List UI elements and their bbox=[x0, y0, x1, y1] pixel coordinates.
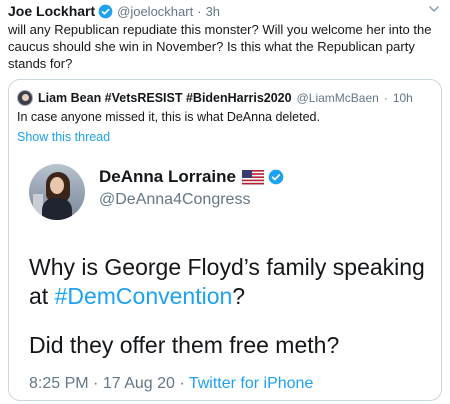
quoted-tweet-header: Liam Bean #VetsRESIST #BidenHarris2020 @… bbox=[17, 89, 435, 107]
quoted-tweet-time[interactable]: 10h bbox=[393, 91, 413, 105]
quoted-author-name[interactable]: Liam Bean #VetsRESIST #BidenHarris2020 bbox=[38, 91, 292, 105]
embedded-time: 8:25 PM bbox=[29, 375, 89, 392]
avatar[interactable] bbox=[17, 90, 33, 106]
author-handle[interactable]: @joelockhart bbox=[117, 4, 193, 19]
tweet[interactable]: Joe Lockhart @joelockhart · 3h will any … bbox=[0, 0, 450, 404]
author-name[interactable]: Joe Lockhart bbox=[8, 3, 95, 19]
hashtag-link: #DemConvention bbox=[54, 283, 233, 309]
verified-badge-icon bbox=[268, 169, 284, 185]
embedded-name-row: DeAnna Lorraine bbox=[99, 167, 284, 187]
avatar bbox=[29, 164, 85, 220]
embedded-author-name: DeAnna Lorraine bbox=[99, 167, 236, 186]
embedded-tweet-text: Why is George Floyd’s family speaking at… bbox=[29, 253, 434, 311]
separator-dot: · bbox=[179, 375, 185, 392]
embedded-author-handle: @DeAnna4Congress bbox=[99, 191, 251, 208]
tweet-text: will any Republican repudiate this monst… bbox=[8, 22, 432, 71]
quoted-tweet[interactable]: Liam Bean #VetsRESIST #BidenHarris2020 @… bbox=[8, 79, 442, 401]
separator-dot: · bbox=[383, 91, 388, 105]
tweet-time[interactable]: 3h bbox=[206, 4, 220, 19]
embedded-text-part: ? bbox=[232, 283, 246, 309]
quoted-author-handle[interactable]: @LiamMcBaen bbox=[297, 91, 379, 105]
embedded-tweet-text-2: Did they offer them free meth? bbox=[29, 332, 340, 358]
separator-dot: · bbox=[197, 3, 202, 19]
chevron-down-icon[interactable] bbox=[428, 3, 440, 15]
embedded-source: Twitter for iPhone bbox=[188, 375, 314, 392]
tweet-header: Joe Lockhart @joelockhart · 3h bbox=[8, 2, 442, 20]
quoted-tweet-text: In case anyone missed it, this is what D… bbox=[17, 110, 320, 124]
show-thread-link[interactable]: Show this thread bbox=[17, 130, 110, 144]
us-flag-icon bbox=[241, 169, 264, 185]
separator-dot: · bbox=[93, 375, 99, 392]
embedded-date: 17 Aug 20 bbox=[102, 375, 175, 392]
embedded-tweet-meta: 8:25 PM · 17 Aug 20 · Twitter for iPhone bbox=[29, 375, 313, 393]
verified-badge-icon bbox=[98, 4, 113, 18]
